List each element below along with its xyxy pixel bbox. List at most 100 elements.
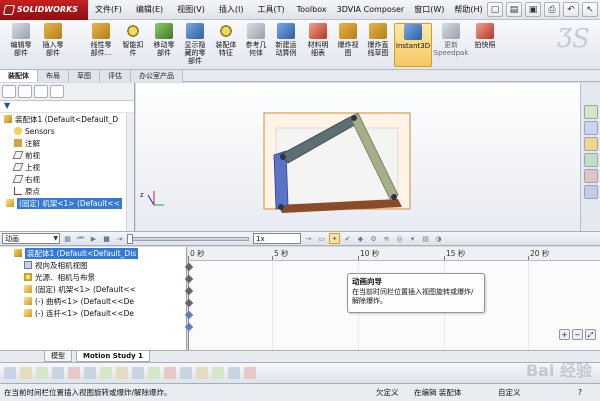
- playback-speed-select[interactable]: 1x: [253, 233, 301, 244]
- zoom-in-icon[interactable]: +: [559, 329, 570, 340]
- bom-button[interactable]: 材料明 细表: [302, 23, 334, 67]
- autokey-icon[interactable]: ✔: [342, 233, 353, 244]
- gravity-icon[interactable]: ▾: [407, 233, 418, 244]
- tree-filter-icon[interactable]: ▼: [0, 101, 134, 113]
- motion-tree-frame[interactable]: (固定) 机架<1> (Default<<: [0, 283, 186, 295]
- select-arrow-icon[interactable]: ↖: [582, 2, 598, 17]
- resources-icon[interactable]: [583, 185, 598, 199]
- new-motion-study-button[interactable]: 新建运 动算例: [270, 23, 302, 67]
- animation-wizard-icon[interactable]: ✦: [329, 233, 340, 244]
- tab-assembly[interactable]: 装配体: [0, 70, 38, 82]
- slider-thumb[interactable]: [127, 233, 133, 244]
- motion-timeline[interactable]: 0 秒 5 秒 10 秒 15 秒 20 秒 动画向导 在当前时间栏位置插入视图…: [184, 247, 600, 350]
- trim-icon[interactable]: [228, 367, 240, 379]
- appearances-icon[interactable]: [583, 153, 598, 167]
- tree-item-assembly[interactable]: 装配体1 (Default<Default_D: [0, 113, 134, 125]
- dimension-icon[interactable]: [180, 367, 192, 379]
- circle-icon[interactable]: [116, 367, 128, 379]
- custom-properties-icon[interactable]: [583, 169, 598, 183]
- tree-item-sensors[interactable]: Sensors: [0, 125, 134, 137]
- menu-edit[interactable]: 编辑(E): [129, 0, 170, 20]
- motion-tree-assembly[interactable]: 装配体1 (Default<Default_Dis: [0, 247, 186, 259]
- design-library-icon[interactable]: [583, 105, 598, 119]
- graphics-area[interactable]: z: [136, 83, 580, 231]
- menu-help[interactable]: 帮助(H): [449, 0, 487, 20]
- calculate-icon[interactable]: ▦: [62, 233, 73, 244]
- edit-component-button[interactable]: 编辑零 部件: [4, 23, 38, 67]
- motor-icon[interactable]: ⚙: [368, 233, 379, 244]
- tree-item-origin[interactable]: 原点: [0, 185, 134, 197]
- menu-file[interactable]: 文件(F): [88, 0, 129, 20]
- show-hidden-button[interactable]: 显示隐 藏的零 部件: [178, 23, 212, 67]
- tree-item-top-plane[interactable]: 上视: [0, 161, 134, 173]
- feature-manager-tab-icon[interactable]: [2, 85, 16, 98]
- relation-icon[interactable]: [196, 367, 208, 379]
- zoom-to-fit-icon[interactable]: [36, 367, 48, 379]
- play-icon[interactable]: ▶: [88, 233, 99, 244]
- reference-geometry-button[interactable]: 参考几 何体: [240, 23, 272, 67]
- menu-toolbox[interactable]: Toolbox: [292, 0, 332, 20]
- tab-model[interactable]: 模型: [44, 351, 72, 362]
- new-document-icon[interactable]: ▢: [487, 2, 503, 17]
- tree-item-annotations[interactable]: 注解: [0, 137, 134, 149]
- linear-pattern-button[interactable]: 线性零 部件...: [84, 23, 118, 67]
- playback-mode-icon[interactable]: ⇥: [114, 233, 125, 244]
- mirror-icon[interactable]: [212, 367, 224, 379]
- spline-icon[interactable]: [164, 367, 176, 379]
- menu-3dvia-composer[interactable]: 3DVIA Composer: [332, 0, 410, 20]
- add-key-icon[interactable]: ◆: [355, 233, 366, 244]
- menu-insert[interactable]: 插入(I): [212, 0, 251, 20]
- rectangle-icon[interactable]: [148, 367, 160, 379]
- tree-scrollbar[interactable]: [126, 113, 134, 231]
- menu-window[interactable]: 窗口(W): [409, 0, 449, 20]
- motion-tree-coupler[interactable]: (-) 连杆<1> (Default<<De: [0, 307, 186, 319]
- insert-component-button[interactable]: 插入零 部件: [36, 23, 70, 67]
- select-icon[interactable]: [20, 367, 32, 379]
- motion-tree-lights[interactable]: 光源、相机与布景: [0, 271, 186, 283]
- play-from-start-icon[interactable]: ⏮: [75, 233, 86, 244]
- configuration-manager-tab-icon[interactable]: [34, 85, 48, 98]
- tab-evaluate[interactable]: 评估: [100, 70, 131, 82]
- view-orientation-icon[interactable]: [4, 367, 16, 379]
- zoom-fit-icon[interactable]: ⤢: [585, 329, 596, 340]
- property-manager-tab-icon[interactable]: [18, 85, 32, 98]
- study-properties-icon[interactable]: ◑: [433, 233, 444, 244]
- tree-item-frame[interactable]: (固定) 机架<1> (Default<<: [0, 197, 134, 209]
- tab-layout[interactable]: 布局: [38, 70, 69, 82]
- playback-slider[interactable]: [127, 233, 249, 244]
- line-icon[interactable]: [100, 367, 112, 379]
- status-custom[interactable]: 自定义: [498, 384, 521, 401]
- offset-icon[interactable]: [244, 367, 256, 379]
- assembly-feature-button[interactable]: 装配体 特征: [210, 23, 242, 67]
- contact-icon[interactable]: ◎: [394, 233, 405, 244]
- tree-item-front-plane[interactable]: 前视: [0, 149, 134, 161]
- motion-tree-view-camera[interactable]: 视向及相机视图: [0, 259, 186, 271]
- undo-icon[interactable]: ↶: [563, 2, 579, 17]
- arc-icon[interactable]: [132, 367, 144, 379]
- zoom-out-icon[interactable]: −: [572, 329, 583, 340]
- results-icon[interactable]: ▤: [420, 233, 431, 244]
- save-animation-icon[interactable]: →: [303, 233, 314, 244]
- open-folder-icon[interactable]: ▤: [506, 2, 522, 17]
- sketch-icon[interactable]: [84, 367, 96, 379]
- tree-item-right-plane[interactable]: 右视: [0, 173, 134, 185]
- study-type-select[interactable]: 动画: [2, 233, 60, 244]
- solidworks-logo[interactable]: SOLIDWORKS: [0, 0, 88, 20]
- rotate-icon[interactable]: [52, 367, 64, 379]
- record-icon[interactable]: ▭: [316, 233, 327, 244]
- stop-icon[interactable]: ■: [101, 233, 112, 244]
- snapshot-button[interactable]: 拍快照: [470, 23, 500, 67]
- motion-tree-crank[interactable]: (-) 曲柄<1> (Default<<De: [0, 295, 186, 307]
- pan-icon[interactable]: [68, 367, 80, 379]
- explode-line-sketch-button[interactable]: 爆炸直 线草图: [362, 23, 394, 67]
- tab-office-products[interactable]: 办公室产品: [131, 70, 183, 82]
- view-palette-icon[interactable]: [583, 137, 598, 151]
- help-icon[interactable]: ?: [578, 384, 582, 401]
- instant3d-button[interactable]: Instant3D: [394, 23, 432, 67]
- save-icon[interactable]: ▣: [525, 2, 541, 17]
- menu-tools[interactable]: 工具(T): [250, 0, 291, 20]
- move-component-button[interactable]: 移动零 部件: [148, 23, 180, 67]
- timeline-ruler[interactable]: 0 秒 5 秒 10 秒 15 秒 20 秒: [188, 247, 600, 261]
- appearance-tab-icon[interactable]: [50, 85, 64, 98]
- print-icon[interactable]: ⎙: [544, 2, 560, 17]
